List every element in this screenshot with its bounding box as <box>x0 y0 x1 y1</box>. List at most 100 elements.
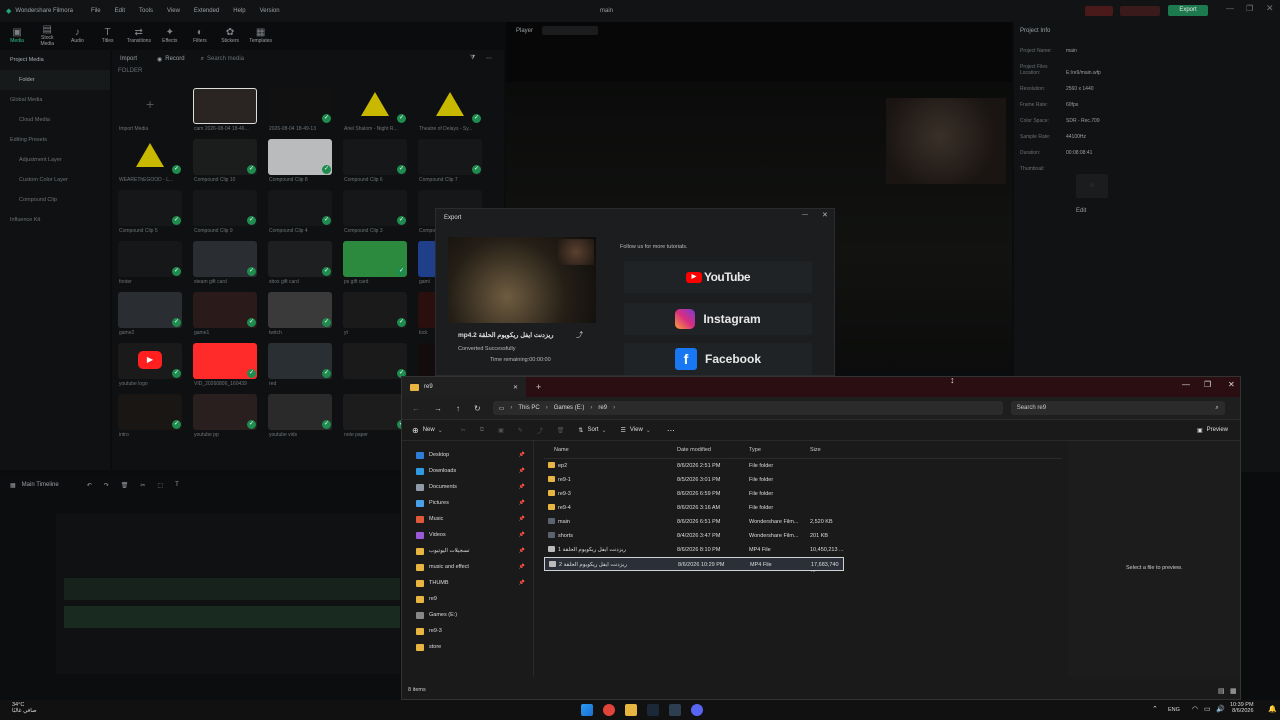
wifi-icon[interactable]: ◠ <box>1192 705 1198 713</box>
import-media-plus-icon[interactable]: + <box>146 96 154 112</box>
filter-icon[interactable]: ⧩ <box>470 55 475 62</box>
player-quality-select[interactable] <box>542 26 598 35</box>
close-tab-icon[interactable]: ✕ <box>513 384 518 391</box>
file-row[interactable]: re9-1 8/5/2026 3:01 PM File folder <box>544 473 1062 487</box>
explorer-tab[interactable]: re9 ✕ <box>402 377 526 397</box>
audio-thumbnail-icon[interactable] <box>136 143 164 167</box>
delete-icon[interactable]: 🗑 <box>121 482 129 489</box>
menu-item[interactable]: File <box>91 8 101 14</box>
new-tab-icon[interactable]: + <box>536 382 541 392</box>
record-button[interactable]: Record <box>165 56 184 62</box>
toolbar-filters[interactable]: ◐ Filters <box>189 27 211 44</box>
column-header[interactable]: Type <box>749 447 761 453</box>
file-row[interactable]: shorts 8/4/2026 3:47 PM Wondershare Film..… <box>544 529 1062 543</box>
nav-item[interactable]: Custom Color Layer <box>0 170 110 190</box>
menu-item[interactable]: Tools <box>139 8 153 14</box>
minimize-icon[interactable]: — <box>1226 4 1234 13</box>
nav-item[interactable]: Influence Kit <box>0 210 110 230</box>
toolbar-templates[interactable]: ▦ Templates <box>249 27 272 44</box>
import-button[interactable]: Import <box>120 56 137 62</box>
breadcrumb-re9[interactable]: re9 <box>598 405 607 411</box>
nav-pane-item[interactable]: Documents 📌 <box>402 479 533 495</box>
nav-item[interactable]: Adjustment Layer <box>0 150 110 170</box>
nav-pane-item[interactable]: Downloads 📌 <box>402 463 533 479</box>
delete-icon[interactable]: 🗑 <box>557 427 565 434</box>
crop-icon[interactable]: ⬚ <box>157 482 163 489</box>
nav-pane-item[interactable]: Music 📌 <box>402 511 533 527</box>
redo-icon[interactable]: ↷ <box>104 482 109 489</box>
file-row[interactable]: ep2 8/6/2026 2:51 PM File folder <box>544 459 1062 473</box>
media-thumbnail[interactable] <box>193 88 257 124</box>
nav-pane-item[interactable]: Pictures 📌 <box>402 495 533 511</box>
close-window-icon[interactable]: ✕ <box>1228 380 1235 389</box>
toolbar-media[interactable]: ▣ Media <box>6 27 28 44</box>
monitor-icon[interactable]: ▭ <box>1204 705 1211 713</box>
instagram-link[interactable]: Instagram <box>624 303 812 335</box>
brave-icon[interactable] <box>603 704 615 716</box>
preview-button[interactable]: Preview <box>1207 427 1228 433</box>
forward-icon[interactable]: → <box>434 404 442 413</box>
breadcrumb-games[interactable]: Games (E:) <box>554 405 585 411</box>
close-icon[interactable]: ✕ <box>822 211 828 219</box>
copy-icon[interactable]: ⧉ <box>480 427 484 434</box>
paste-icon[interactable]: ▣ <box>498 427 504 434</box>
more-options-icon[interactable]: ⋯ <box>667 426 675 435</box>
nav-pane-item[interactable]: Desktop 📌 <box>402 447 533 463</box>
youtube-link[interactable]: ▶ YouTube <box>624 261 812 293</box>
rename-icon[interactable]: ✎ <box>518 427 523 434</box>
file-row[interactable]: re9-3 8/6/2026 6:59 PM File folder <box>544 487 1062 501</box>
volume-icon[interactable]: 🔊 <box>1216 705 1225 713</box>
nav-pane-item[interactable]: store <box>402 639 533 655</box>
more-icon[interactable]: ⋯ <box>486 55 492 62</box>
column-header[interactable]: Date modified <box>677 447 711 453</box>
nav-pane-item[interactable]: re9 <box>402 591 533 607</box>
share-icon[interactable]: ⤴ <box>537 426 543 435</box>
chevron-up-icon[interactable]: ⌃ <box>1152 705 1158 713</box>
language-indicator[interactable]: ENG <box>1168 707 1180 713</box>
edit-thumbnail-button[interactable]: Edit <box>1076 208 1086 214</box>
view-button[interactable]: View <box>630 427 643 433</box>
text-icon[interactable]: T <box>175 482 179 488</box>
minimize-icon[interactable]: — <box>802 212 808 218</box>
record-badge[interactable] <box>1120 6 1160 16</box>
media-search-input[interactable]: Search media <box>207 56 244 62</box>
toolbar-effects[interactable]: ✦ Effects <box>159 27 181 44</box>
column-header[interactable]: Name <box>554 447 569 453</box>
discord-icon[interactable] <box>691 704 703 716</box>
nav-item[interactable]: Project Media <box>0 50 110 70</box>
nav-item[interactable]: Editing Presets <box>0 130 110 150</box>
weather-widget[interactable]: 34°C صافي غالبًا <box>12 702 37 714</box>
back-icon[interactable]: ← <box>412 404 420 413</box>
audio-thumbnail-icon[interactable] <box>361 92 389 116</box>
toolbar-stickers[interactable]: ✿ Stickers <box>219 27 241 44</box>
menu-item[interactable]: View <box>167 8 180 14</box>
nav-pane-item[interactable]: Games (E:) <box>402 607 533 623</box>
search-box[interactable]: Search re9 ⌕ <box>1010 401 1225 415</box>
video-track-clip[interactable] <box>64 578 400 600</box>
facebook-link[interactable]: f Facebook <box>624 343 812 375</box>
start-icon[interactable] <box>581 704 593 716</box>
filmora-icon[interactable] <box>669 704 681 716</box>
nav-item[interactable]: Compound Clip <box>0 190 110 210</box>
menu-item[interactable]: Extended <box>194 8 219 14</box>
new-button[interactable]: New <box>423 427 435 433</box>
nav-item[interactable]: Folder <box>0 70 110 90</box>
maximize-icon[interactable]: ❐ <box>1246 4 1253 13</box>
audio-thumbnail-icon[interactable] <box>436 92 464 116</box>
share-icon[interactable]: ⤴ <box>576 330 583 340</box>
nav-pane-item[interactable]: Videos 📌 <box>402 527 533 543</box>
search-input[interactable]: Search re9 <box>1017 405 1046 411</box>
export-button[interactable]: Export <box>1168 5 1208 16</box>
menu-item[interactable]: Edit <box>115 8 125 14</box>
toolbar-stock-media[interactable]: ▤ Stock Media <box>36 24 58 47</box>
breadcrumb-this-pc[interactable]: This PC <box>518 405 539 411</box>
nav-pane-item[interactable]: music and effect 📌 <box>402 559 533 575</box>
nav-item[interactable]: Cloud Media <box>0 110 110 130</box>
nav-pane-item[interactable]: تسجيلات اليوتيوب 📌 <box>402 543 533 559</box>
split-icon[interactable]: ✂ <box>140 482 145 489</box>
minimize-icon[interactable]: — <box>1182 380 1190 389</box>
record-icon[interactable]: ◉ <box>157 56 162 63</box>
toolbar-titles[interactable]: T Titles <box>97 27 119 44</box>
refresh-icon[interactable]: ↻ <box>474 404 481 413</box>
close-icon[interactable]: ✕ <box>1266 3 1274 14</box>
